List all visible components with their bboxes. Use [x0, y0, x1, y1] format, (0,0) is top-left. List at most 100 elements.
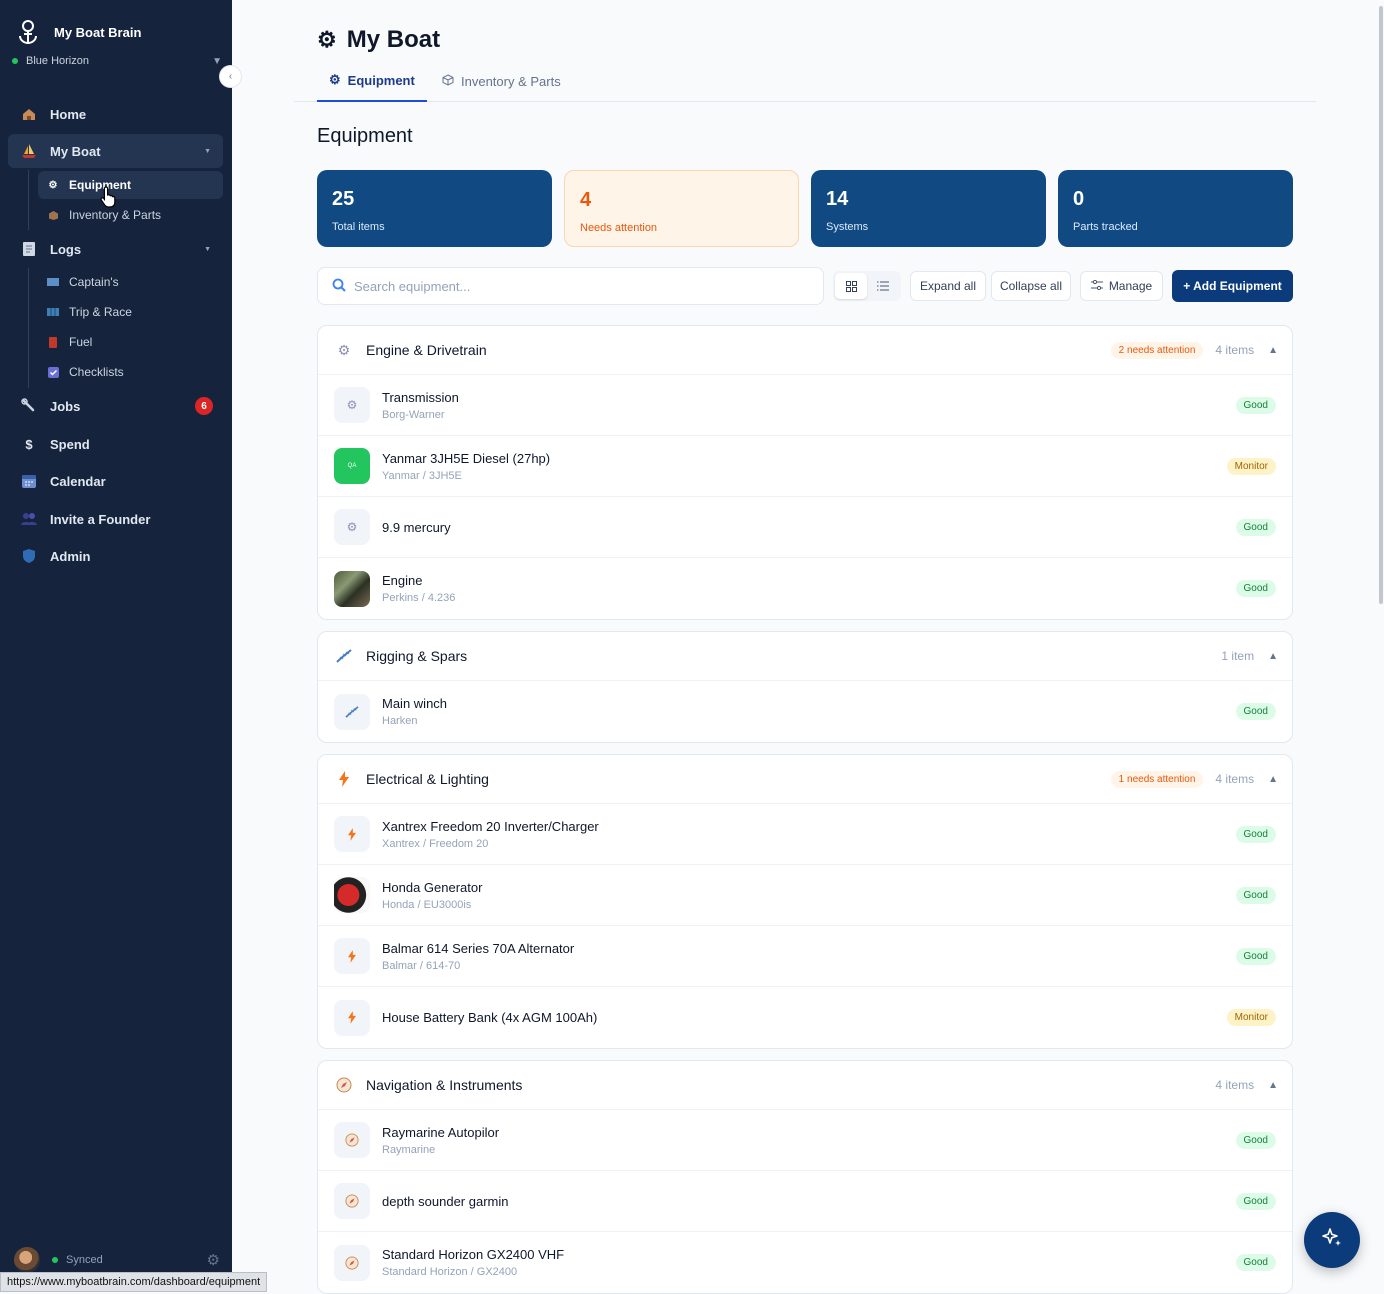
group-header[interactable]: Rigging & Spars 1 item ▲ [318, 632, 1292, 681]
list-view-icon[interactable] [867, 273, 899, 299]
collapse-sidebar-button[interactable]: ‹ [219, 65, 242, 88]
boat-selector[interactable]: Blue Horizon ▼ [12, 55, 222, 67]
page-scrollbar[interactable] [1378, 0, 1384, 1292]
scrollbar-thumb[interactable] [1379, 6, 1383, 604]
group-header[interactable]: ⚙ Engine & Drivetrain 2 needs attention … [318, 326, 1292, 375]
nav-logs[interactable]: Logs ▼ [8, 232, 223, 266]
list-item[interactable]: Xantrex Freedom 20 Inverter/Charger Xantr… [318, 804, 1292, 865]
item-name: 9.9 mercury [382, 519, 451, 535]
list-item[interactable]: Balmar 614 Series 70A Alternator Balmar /… [318, 926, 1292, 987]
stat-needs-attention[interactable]: 4 Needs attention [564, 170, 799, 247]
nav-admin[interactable]: Admin [8, 539, 223, 573]
list-item[interactable]: Raymarine Autopilor Raymarine Good [318, 1110, 1292, 1171]
tab-inventory-label: Inventory & Parts [461, 73, 561, 89]
list-item[interactable]: House Battery Bank (4x AGM 100Ah) Monito… [318, 987, 1292, 1048]
view-toggle [833, 271, 901, 301]
nav-checklists[interactable]: Checklists [38, 358, 223, 386]
nav-home[interactable]: Home [8, 97, 223, 131]
group-header[interactable]: Navigation & Instruments 4 items ▲ [318, 1061, 1292, 1110]
list-item[interactable]: Engine Perkins / 4.236 Good [318, 558, 1292, 619]
nav-calendar-label: Calendar [50, 473, 106, 489]
nav-trip-race[interactable]: Trip & Race [38, 298, 223, 326]
item-subtitle: Standard Horizon / GX2400 [382, 1266, 518, 1278]
stat-parts-tracked[interactable]: 0 Parts tracked [1058, 170, 1293, 247]
item-subtitle: Xantrex / Freedom 20 [382, 837, 489, 850]
lightning-icon [332, 767, 356, 791]
item-thumbnail: QA [334, 448, 370, 484]
group-engine-drivetrain: ⚙ Engine & Drivetrain 2 needs attention … [317, 325, 1293, 620]
manage-button[interactable]: Manage [1080, 271, 1163, 301]
list-item[interactable]: depth sounder garmin Good [318, 1171, 1292, 1232]
item-name: Engine [382, 573, 423, 588]
list-item[interactable]: ⚙ 9.9 mercury Good [318, 497, 1292, 558]
item-name: depth sounder garmin [382, 1193, 509, 1209]
group-electrical-lighting: Electrical & Lighting 1 needs attention … [317, 754, 1293, 1049]
nav-captains-log[interactable]: Captain's [38, 268, 223, 296]
tab-equipment[interactable]: ⚙ Equipment [317, 60, 427, 102]
manage-label: Manage [1108, 279, 1153, 293]
collapse-triangle-icon[interactable]: ▲ [1268, 1080, 1278, 1091]
anchor-logo-icon [14, 18, 42, 46]
stat-label: Total items [332, 221, 385, 233]
tab-inventory[interactable]: Inventory & Parts [430, 60, 573, 102]
list-item[interactable]: Main winch Harken Good [318, 681, 1292, 742]
nav-spend[interactable]: $ Spend [8, 427, 223, 461]
gear-icon: ⚙ [48, 179, 58, 191]
nav-fuel[interactable]: Fuel [38, 328, 223, 356]
book-icon [46, 275, 60, 289]
add-equipment-button[interactable]: + Add Equipment [1172, 270, 1293, 302]
lightning-icon [334, 999, 370, 1036]
list-item[interactable]: Standard Horizon GX2400 VHF Standard Hori… [318, 1232, 1292, 1293]
avatar[interactable] [14, 1247, 40, 1273]
nav-jobs[interactable]: Jobs 6 [8, 389, 223, 423]
gear-icon: ⚙ [317, 27, 337, 52]
sparkle-icon [1320, 1226, 1344, 1255]
tabs: ⚙ Equipment Inventory & Parts [294, 60, 1316, 102]
group-header[interactable]: Electrical & Lighting 1 needs attention … [318, 755, 1292, 804]
tab-equipment-label: Equipment [347, 72, 415, 88]
boat-name: Blue Horizon [26, 55, 89, 67]
sliders-icon [1090, 279, 1103, 293]
collapse-all-button[interactable]: Collapse all [991, 271, 1071, 301]
nav-inventory[interactable]: Inventory & Parts [38, 201, 223, 229]
nav-jobs-label: Jobs [50, 398, 81, 414]
item-count: 4 items [1215, 1078, 1255, 1092]
expand-all-button[interactable]: Expand all [910, 271, 986, 301]
nav-equipment[interactable]: ⚙ Equipment [38, 171, 223, 199]
collapse-triangle-icon[interactable]: ▲ [1268, 345, 1278, 356]
online-dot-icon [12, 58, 18, 64]
item-count: 4 items [1215, 772, 1255, 786]
nav-my-boat[interactable]: My Boat ▼ [8, 134, 223, 168]
collapse-triangle-icon[interactable]: ▲ [1268, 774, 1278, 785]
search-input[interactable] [354, 278, 794, 294]
page-title-text: My Boat [346, 26, 441, 53]
rope-icon [332, 644, 356, 668]
shield-icon [20, 547, 38, 565]
brand[interactable]: My Boat Brain [14, 18, 141, 46]
stat-label: Systems [826, 221, 869, 233]
collapse-triangle-icon[interactable]: ▲ [1268, 651, 1278, 662]
nav-admin-label: Admin [50, 548, 91, 564]
attention-badge: 1 needs attention [1110, 770, 1204, 788]
status-badge: Good [1235, 396, 1276, 414]
stat-value: 0 [1073, 188, 1085, 210]
dollar-icon: $ [25, 436, 33, 452]
house-icon [20, 105, 38, 123]
grid-view-icon[interactable] [835, 273, 867, 299]
nav-invite-founder[interactable]: Invite a Founder [8, 502, 223, 536]
ai-assistant-button[interactable] [1304, 1212, 1360, 1268]
status-badge: Good [1235, 703, 1276, 720]
list-item[interactable]: QA Yanmar 3JH5E Diesel (27hp) Yanmar / 3J… [318, 436, 1292, 497]
notebook-icon [20, 240, 38, 258]
section-title: Equipment [317, 125, 413, 147]
stat-systems[interactable]: 14 Systems [811, 170, 1046, 247]
sidebar-footer: Synced ⚙ [14, 1246, 220, 1274]
nav-calendar[interactable]: Calendar [8, 464, 223, 498]
main-content: ⚙ My Boat ⚙ Equipment Inventory & Parts … [232, 0, 1384, 1294]
status-badge: Monitor [1226, 457, 1276, 475]
list-item[interactable]: ⚙ Transmission Borg-Warner Good [318, 375, 1292, 436]
stat-total-items[interactable]: 25 Total items [317, 170, 552, 247]
people-icon [20, 510, 38, 528]
settings-gear-icon[interactable]: ⚙ [207, 1251, 220, 1269]
list-item[interactable]: Honda Generator Honda / EU3000is Good [318, 865, 1292, 926]
